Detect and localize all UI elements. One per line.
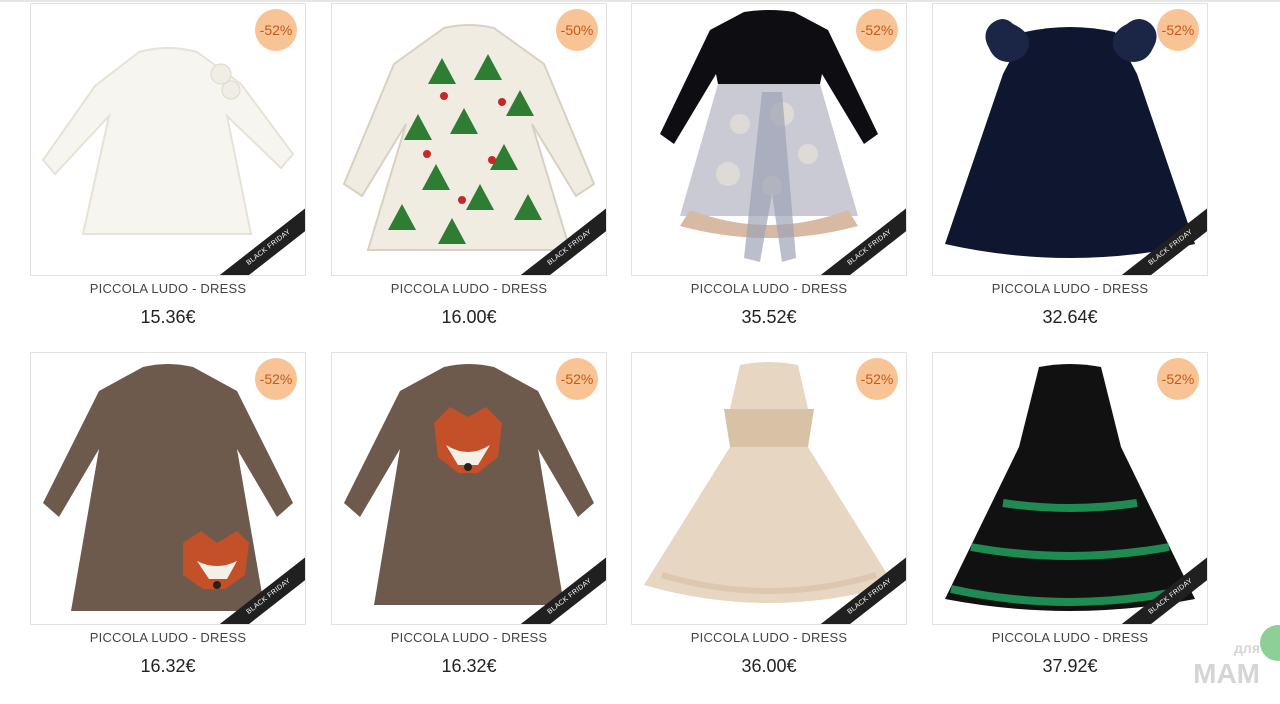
discount-badge: -52% [1157, 9, 1199, 51]
product-title[interactable]: PICCOLA LUDO - DRESS [331, 281, 607, 296]
product-card[interactable]: -50% BLACK FRIDAY PICCOLA LUDO - DRESS 1… [331, 3, 607, 355]
product-title[interactable]: PICCOLA LUDO - DRESS [30, 281, 306, 296]
product-image[interactable]: -50% BLACK FRIDAY [331, 3, 607, 276]
product-image[interactable]: -52% BLACK FRIDAY [331, 352, 607, 625]
watermark-logo: для МАМ [1193, 635, 1260, 689]
product-grid: -52% BLACK FRIDAY PICCOLA LUDO - DRESS 1… [0, 0, 1280, 703]
product-image[interactable]: -52% BLACK FRIDAY [631, 352, 907, 625]
product-price: 16.32€ [441, 656, 497, 676]
product-price: 16.32€ [140, 656, 196, 676]
product-image[interactable]: -52% BLACK FRIDAY [932, 3, 1208, 276]
product-price: 32.64€ [1042, 307, 1098, 327]
product-image[interactable]: -52% BLACK FRIDAY [932, 352, 1208, 625]
discount-badge: -50% [556, 9, 598, 51]
product-title[interactable]: PICCOLA LUDO - DRESS [932, 630, 1208, 645]
product-image[interactable]: -52% BLACK FRIDAY [30, 352, 306, 625]
product-card[interactable]: -52% BLACK FRIDAY PICCOLA LUDO - DRESS 3… [932, 3, 1208, 355]
discount-badge: -52% [856, 358, 898, 400]
product-card[interactable]: -52% BLACK FRIDAY PICCOLA LUDO - DRESS 1… [30, 352, 306, 704]
product-card[interactable]: -52% BLACK FRIDAY PICCOLA LUDO - DRESS 3… [631, 352, 907, 704]
product-title[interactable]: PICCOLA LUDO - DRESS [932, 281, 1208, 296]
product-price: 35.52€ [741, 307, 797, 327]
product-card[interactable]: -52% BLACK FRIDAY PICCOLA LUDO - DRESS 1… [331, 352, 607, 704]
product-card[interactable]: -52% BLACK FRIDAY PICCOLA LUDO - DRESS 1… [30, 3, 306, 355]
watermark-line2: МАМ [1193, 658, 1260, 689]
product-card[interactable]: -52% BLACK FRIDAY PICCOLA LUDO - DRESS 3… [631, 3, 907, 355]
product-price: 15.36€ [140, 307, 196, 327]
discount-badge: -52% [255, 358, 297, 400]
discount-badge: -52% [556, 358, 598, 400]
product-image[interactable]: -52% BLACK FRIDAY [30, 3, 306, 276]
product-title[interactable]: PICCOLA LUDO - DRESS [631, 281, 907, 296]
discount-badge: -52% [255, 9, 297, 51]
product-title[interactable]: PICCOLA LUDO - DRESS [631, 630, 907, 645]
product-title[interactable]: PICCOLA LUDO - DRESS [331, 630, 607, 645]
product-title[interactable]: PICCOLA LUDO - DRESS [30, 630, 306, 645]
product-card[interactable]: -52% BLACK FRIDAY PICCOLA LUDO - DRESS 3… [932, 352, 1208, 704]
product-price: 37.92€ [1042, 656, 1098, 676]
discount-badge: -52% [856, 9, 898, 51]
product-price: 36.00€ [741, 656, 797, 676]
discount-badge: -52% [1157, 358, 1199, 400]
product-image[interactable]: -52% BLACK FRIDAY [631, 3, 907, 276]
product-price: 16.00€ [441, 307, 497, 327]
